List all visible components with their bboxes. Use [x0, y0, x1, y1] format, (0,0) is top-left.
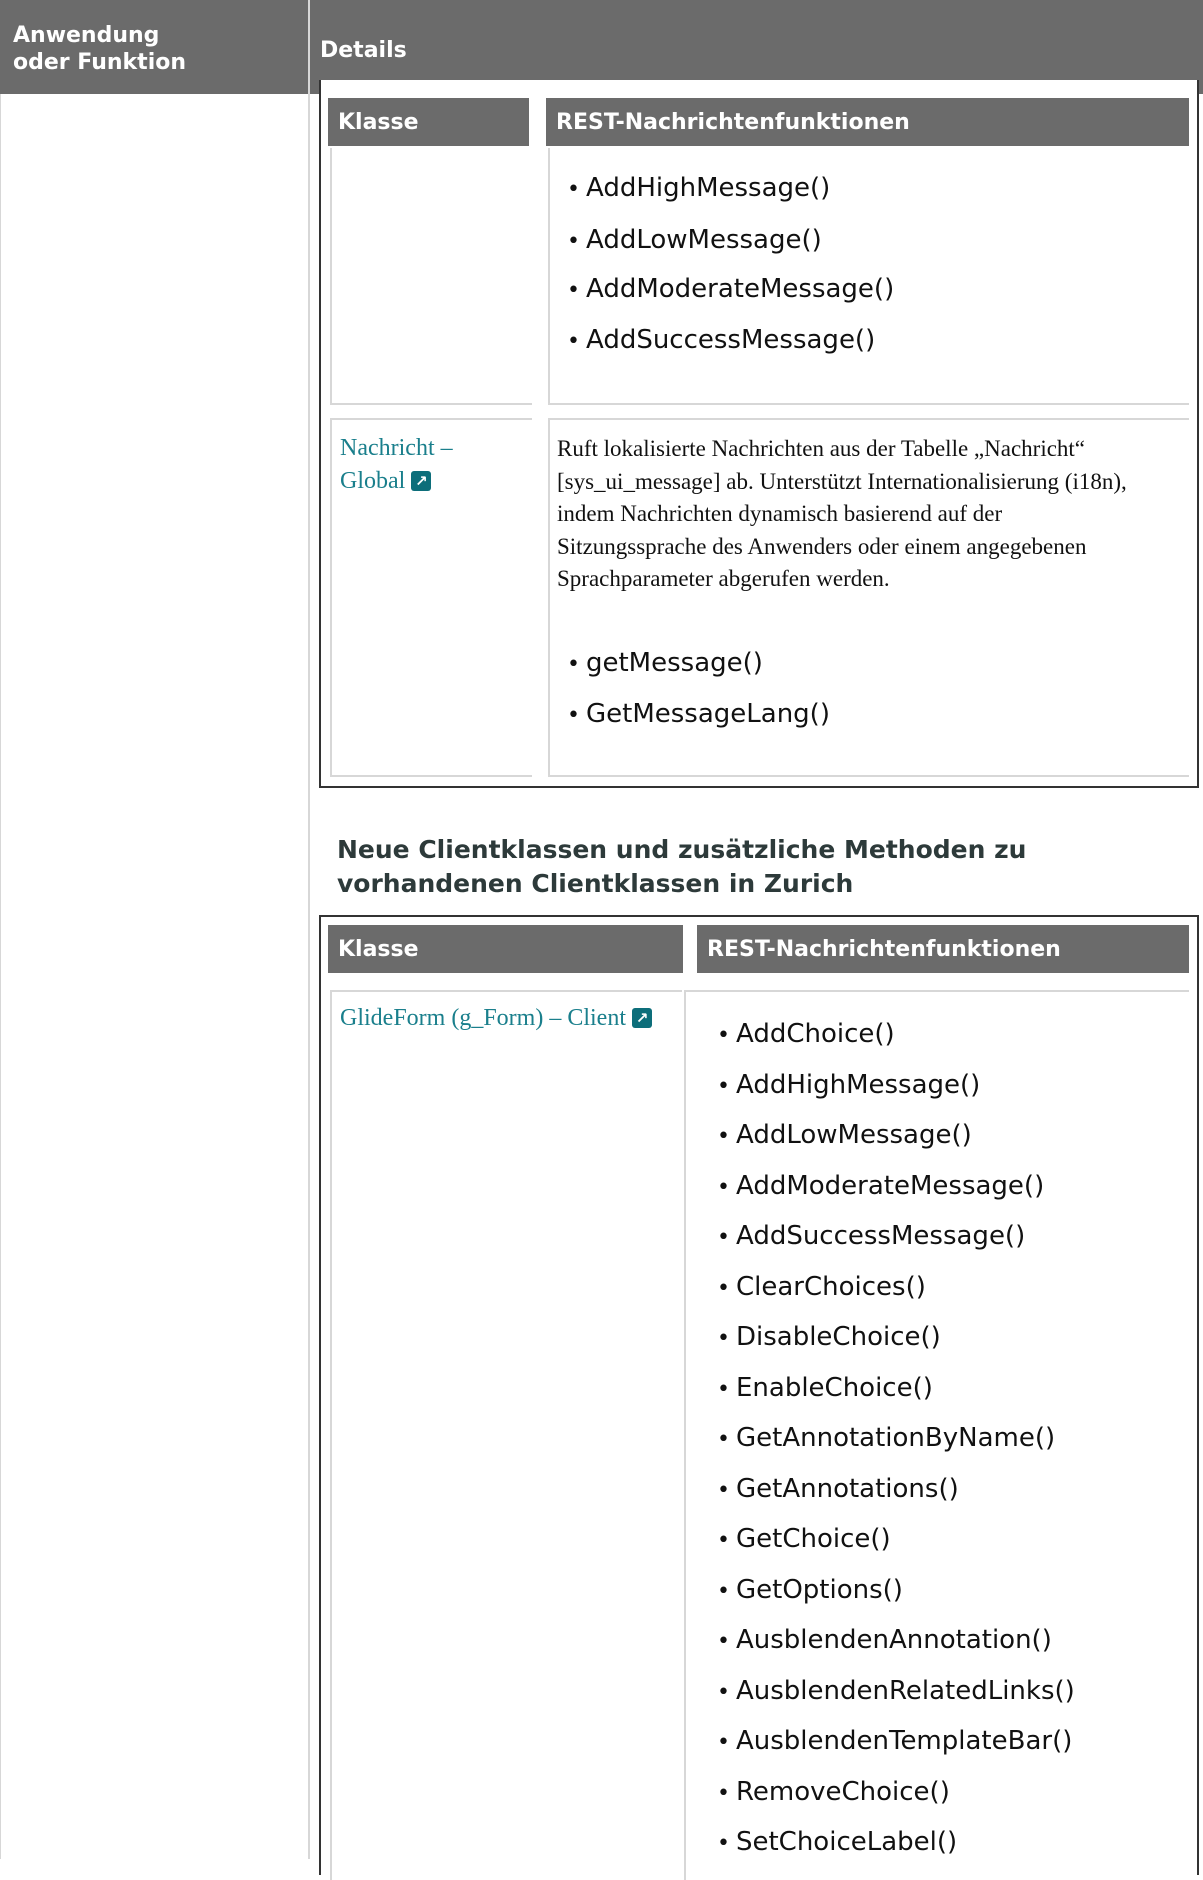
list-item: • AusblendenRelatedLinks(): [717, 1676, 1075, 1706]
nachricht-global-link[interactable]: Nachricht – Global ↗: [340, 432, 490, 498]
list-item: • ClearChoices(): [717, 1272, 926, 1302]
list-item: • GetAnnotationByName(): [717, 1423, 1056, 1453]
list-item: • SetChoiceLabel(): [717, 1827, 958, 1857]
section-heading: Neue Clientklassen und zusätzliche Metho…: [337, 835, 1027, 898]
list-item: • AddChoice(): [717, 1019, 895, 1049]
list-item: • GetOptions(): [717, 1575, 903, 1605]
outer-header-application-label: Anwendung oder Funktion: [13, 23, 187, 75]
table1-row1-class-cell: [330, 148, 532, 405]
list-item: • DisableChoice(): [717, 1322, 941, 1352]
list-item: • AddModerateMessage(): [717, 1171, 1045, 1201]
table2-header-functions: REST-Nachrichtenfunktionen: [697, 925, 1189, 973]
external-link-icon: ↗: [411, 471, 432, 491]
table2-header-functions-label: REST-Nachrichtenfunktionen: [707, 936, 1061, 962]
list-item: • AddSuccessMessage(): [717, 1221, 1026, 1251]
table1-header-class: Klasse: [328, 98, 529, 146]
table2-header-class: Klasse: [328, 925, 683, 973]
external-link-icon: ↗: [631, 1008, 652, 1028]
list-item: • GetMessageLang(): [567, 699, 830, 729]
list-item: • GetAnnotations(): [717, 1474, 959, 1504]
column-divider: [308, 0, 310, 1859]
list-item: • AddLowMessage(): [567, 225, 822, 255]
glideform-client-link[interactable]: GlideForm (g_Form) – Client ↗: [340, 1002, 670, 1035]
table1-header-class-label: Klasse: [338, 109, 419, 135]
list-item: • AddLowMessage(): [717, 1120, 972, 1150]
list-item: • AddHighMessage(): [567, 173, 831, 203]
list-item: • AddModerateMessage(): [567, 274, 895, 304]
table1-header-functions-label: REST-Nachrichtenfunktionen: [556, 109, 910, 135]
list-item: • AddHighMessage(): [717, 1070, 981, 1100]
list-item: • AusblendenAnnotation(): [717, 1625, 1052, 1655]
list-item: • AusblendenTemplateBar(): [717, 1726, 1073, 1756]
list-item: • EnableChoice(): [717, 1373, 933, 1403]
outer-header-details-label: Details: [320, 38, 407, 63]
list-item: • AddSuccessMessage(): [567, 325, 876, 355]
list-item: • getMessage(): [567, 648, 763, 678]
table1-row2-description: Ruft lokalisierte Nachrichten aus der Ta…: [557, 436, 1127, 591]
table1-header-functions: REST-Nachrichtenfunktionen: [546, 98, 1189, 146]
list-item: • RemoveChoice(): [717, 1777, 950, 1807]
outer-header-application: Anwendung oder Funktion: [0, 0, 308, 94]
table2-row1-class-cell: [330, 990, 682, 1880]
left-border: [0, 94, 1, 1859]
table2-header-class-label: Klasse: [338, 936, 419, 962]
list-item: • GetChoice(): [717, 1524, 891, 1554]
